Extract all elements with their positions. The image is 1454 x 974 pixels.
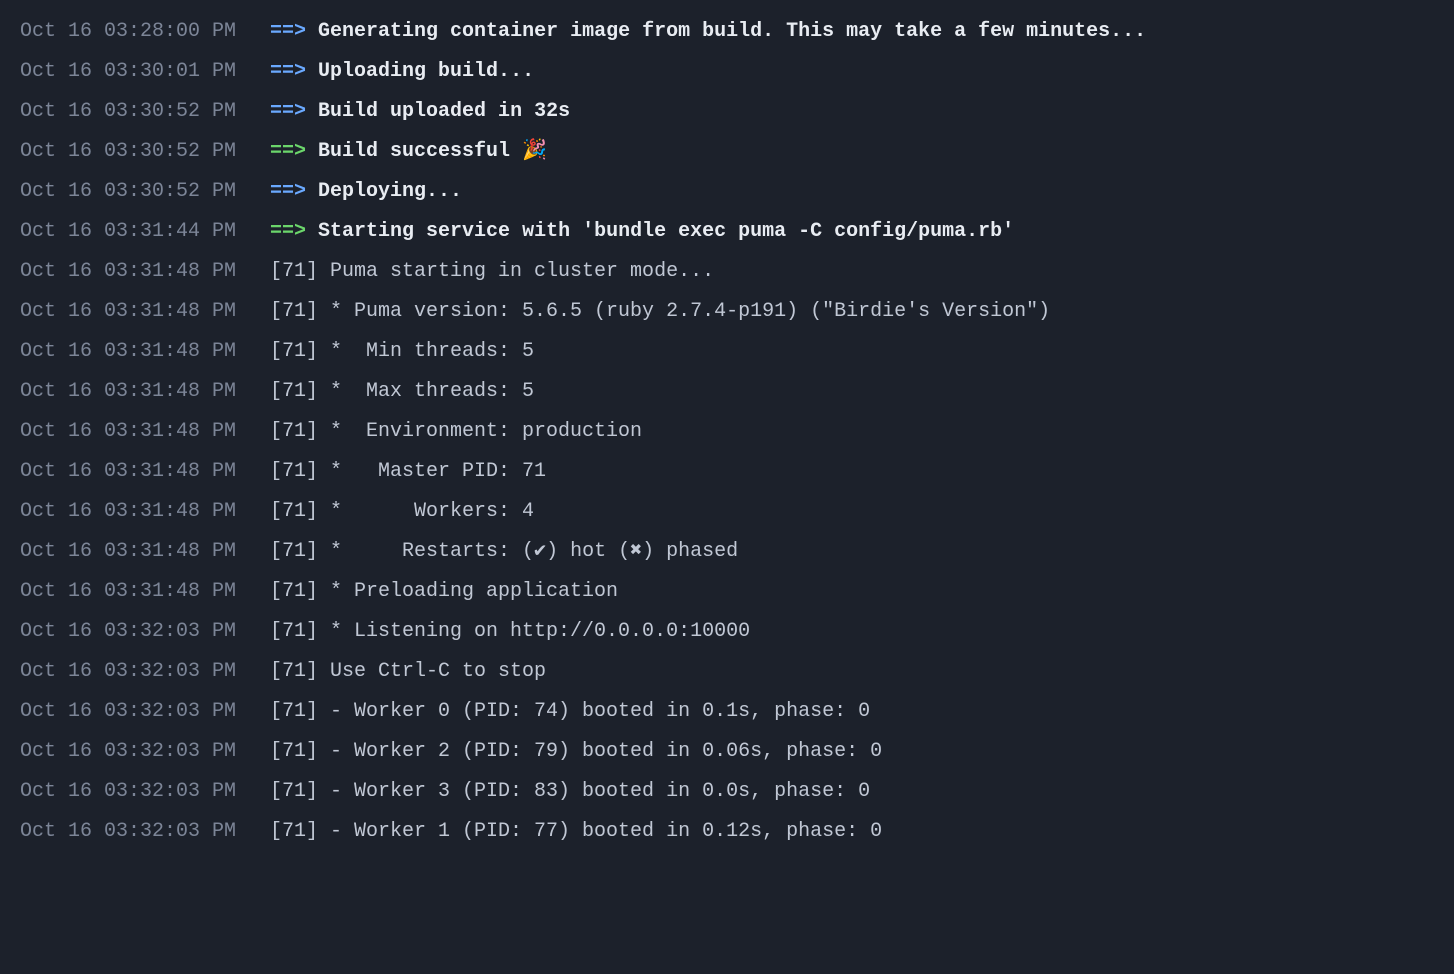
- log-timestamp: Oct 16 03:32:03 PM: [20, 778, 270, 806]
- log-line: Oct 16 03:32:03 PM[71] * Listening on ht…: [20, 612, 1434, 652]
- log-message: Uploading build...: [318, 60, 534, 83]
- log-message-wrap: ==> Build successful 🎉: [270, 138, 1434, 166]
- log-line: Oct 16 03:30:01 PM==> Uploading build...: [20, 52, 1434, 92]
- arrow-icon: ==>: [270, 140, 306, 163]
- log-message-wrap: [71] * Restarts: (✔) hot (✖) phased: [270, 538, 1434, 566]
- log-message-wrap: [71] * Min threads: 5: [270, 338, 1434, 366]
- log-line: Oct 16 03:32:03 PM[71] - Worker 2 (PID: …: [20, 732, 1434, 772]
- log-line: Oct 16 03:30:52 PM==> Deploying...: [20, 172, 1434, 212]
- log-message: [71] * Restarts: (✔) hot (✖) phased: [270, 540, 738, 563]
- log-message-wrap: [71] Use Ctrl-C to stop: [270, 658, 1434, 686]
- log-message-wrap: [71] * Puma version: 5.6.5 (ruby 2.7.4-p…: [270, 298, 1434, 326]
- log-line: Oct 16 03:31:48 PM[71] * Master PID: 71: [20, 452, 1434, 492]
- log-message: Deploying...: [318, 180, 462, 203]
- log-line: Oct 16 03:28:00 PM==> Generating contain…: [20, 12, 1434, 52]
- log-message: [71] * Environment: production: [270, 420, 642, 443]
- log-message: [71] - Worker 0 (PID: 74) booted in 0.1s…: [270, 700, 870, 723]
- log-timestamp: Oct 16 03:31:48 PM: [20, 458, 270, 486]
- log-line: Oct 16 03:31:48 PM[71] * Puma version: 5…: [20, 292, 1434, 332]
- log-message: Generating container image from build. T…: [318, 20, 1146, 43]
- log-line: Oct 16 03:30:52 PM==> Build successful 🎉: [20, 132, 1434, 172]
- log-message: Build successful 🎉: [318, 140, 547, 163]
- log-timestamp: Oct 16 03:31:48 PM: [20, 498, 270, 526]
- log-line: Oct 16 03:31:48 PM[71] * Min threads: 5: [20, 332, 1434, 372]
- log-message: [71] * Master PID: 71: [270, 460, 546, 483]
- log-message-wrap: ==> Generating container image from buil…: [270, 18, 1434, 46]
- log-message-wrap: [71] * Environment: production: [270, 418, 1434, 446]
- log-message: [71] - Worker 3 (PID: 83) booted in 0.0s…: [270, 780, 870, 803]
- log-message-wrap: ==> Uploading build...: [270, 58, 1434, 86]
- log-timestamp: Oct 16 03:30:01 PM: [20, 58, 270, 86]
- log-line: Oct 16 03:31:48 PM[71] * Environment: pr…: [20, 412, 1434, 452]
- log-line: Oct 16 03:32:03 PM[71] - Worker 3 (PID: …: [20, 772, 1434, 812]
- log-timestamp: Oct 16 03:30:52 PM: [20, 178, 270, 206]
- log-timestamp: Oct 16 03:32:03 PM: [20, 738, 270, 766]
- log-message: Build uploaded in 32s: [318, 100, 570, 123]
- log-message-wrap: ==> Deploying...: [270, 178, 1434, 206]
- log-message: [71] * Workers: 4: [270, 500, 534, 523]
- log-message: [71] * Max threads: 5: [270, 380, 534, 403]
- log-message-wrap: [71] * Master PID: 71: [270, 458, 1434, 486]
- log-timestamp: Oct 16 03:32:03 PM: [20, 618, 270, 646]
- log-timestamp: Oct 16 03:31:48 PM: [20, 538, 270, 566]
- log-timestamp: Oct 16 03:31:48 PM: [20, 578, 270, 606]
- arrow-icon: ==>: [270, 180, 306, 203]
- log-line: Oct 16 03:31:48 PM[71] * Max threads: 5: [20, 372, 1434, 412]
- log-message-wrap: [71] - Worker 2 (PID: 79) booted in 0.06…: [270, 738, 1434, 766]
- log-message: [71] * Listening on http://0.0.0.0:10000: [270, 620, 750, 643]
- log-timestamp: Oct 16 03:31:48 PM: [20, 298, 270, 326]
- log-message-wrap: ==> Starting service with 'bundle exec p…: [270, 218, 1434, 246]
- log-timestamp: Oct 16 03:30:52 PM: [20, 98, 270, 126]
- log-line: Oct 16 03:31:48 PM[71] * Restarts: (✔) h…: [20, 532, 1434, 572]
- log-message: [71] * Min threads: 5: [270, 340, 534, 363]
- arrow-icon: ==>: [270, 60, 306, 83]
- log-timestamp: Oct 16 03:30:52 PM: [20, 138, 270, 166]
- arrow-icon: ==>: [270, 100, 306, 123]
- log-message-wrap: [71] - Worker 1 (PID: 77) booted in 0.12…: [270, 818, 1434, 846]
- log-message: [71] - Worker 2 (PID: 79) booted in 0.06…: [270, 740, 882, 763]
- log-line: Oct 16 03:31:44 PM==> Starting service w…: [20, 212, 1434, 252]
- log-message-wrap: ==> Build uploaded in 32s: [270, 98, 1434, 126]
- log-timestamp: Oct 16 03:31:44 PM: [20, 218, 270, 246]
- log-message-wrap: [71] * Max threads: 5: [270, 378, 1434, 406]
- log-line: Oct 16 03:32:03 PM[71] - Worker 0 (PID: …: [20, 692, 1434, 732]
- log-line: Oct 16 03:32:03 PM[71] - Worker 1 (PID: …: [20, 812, 1434, 852]
- log-message: [71] * Puma version: 5.6.5 (ruby 2.7.4-p…: [270, 300, 1050, 323]
- log-message: [71] - Worker 1 (PID: 77) booted in 0.12…: [270, 820, 882, 843]
- log-message: [71] Use Ctrl-C to stop: [270, 660, 546, 683]
- log-line: Oct 16 03:32:03 PM[71] Use Ctrl-C to sto…: [20, 652, 1434, 692]
- log-timestamp: Oct 16 03:31:48 PM: [20, 418, 270, 446]
- arrow-icon: ==>: [270, 220, 306, 243]
- log-line: Oct 16 03:31:48 PM[71] Puma starting in …: [20, 252, 1434, 292]
- log-message-wrap: [71] * Preloading application: [270, 578, 1434, 606]
- log-message-wrap: [71] - Worker 0 (PID: 74) booted in 0.1s…: [270, 698, 1434, 726]
- log-timestamp: Oct 16 03:32:03 PM: [20, 818, 270, 846]
- log-timestamp: Oct 16 03:31:48 PM: [20, 258, 270, 286]
- log-message: [71] Puma starting in cluster mode...: [270, 260, 714, 283]
- log-output[interactable]: Oct 16 03:28:00 PM==> Generating contain…: [0, 0, 1454, 876]
- log-timestamp: Oct 16 03:31:48 PM: [20, 378, 270, 406]
- log-message-wrap: [71] * Listening on http://0.0.0.0:10000: [270, 618, 1434, 646]
- log-message: [71] * Preloading application: [270, 580, 618, 603]
- log-message-wrap: [71] - Worker 3 (PID: 83) booted in 0.0s…: [270, 778, 1434, 806]
- log-timestamp: Oct 16 03:31:48 PM: [20, 338, 270, 366]
- log-line: Oct 16 03:30:52 PM==> Build uploaded in …: [20, 92, 1434, 132]
- log-timestamp: Oct 16 03:32:03 PM: [20, 698, 270, 726]
- log-timestamp: Oct 16 03:32:03 PM: [20, 658, 270, 686]
- log-message-wrap: [71] Puma starting in cluster mode...: [270, 258, 1434, 286]
- log-timestamp: Oct 16 03:28:00 PM: [20, 18, 270, 46]
- log-line: Oct 16 03:31:48 PM[71] * Preloading appl…: [20, 572, 1434, 612]
- arrow-icon: ==>: [270, 20, 306, 43]
- log-line: Oct 16 03:31:48 PM[71] * Workers: 4: [20, 492, 1434, 532]
- log-message: Starting service with 'bundle exec puma …: [318, 220, 1014, 243]
- log-message-wrap: [71] * Workers: 4: [270, 498, 1434, 526]
